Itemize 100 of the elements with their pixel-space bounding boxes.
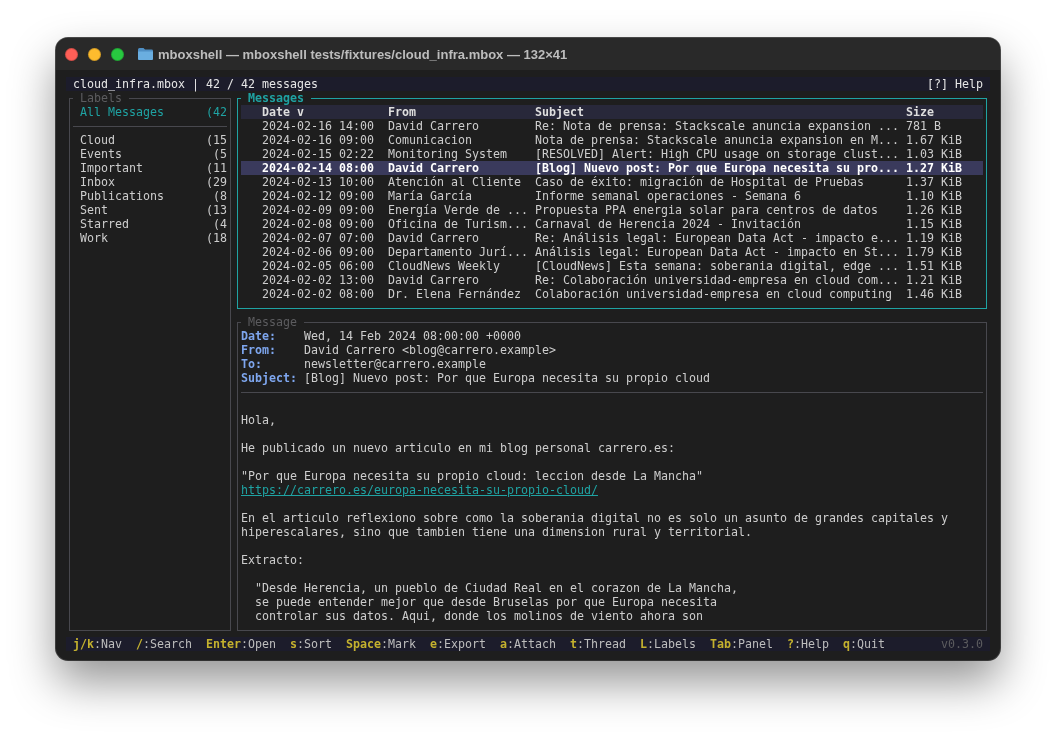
shortcut-hint: e:Export <box>430 637 486 651</box>
label-count: (8 <box>213 189 227 203</box>
shortcut-hint: j/k:Nav <box>73 637 122 651</box>
label-count: (18 <box>206 231 227 245</box>
shortcut-hint: q:Quit <box>843 637 885 651</box>
date-cell: 2024-02-16 09:00 <box>262 133 374 147</box>
label-name: Inbox <box>80 175 115 189</box>
date-cell: 2024-02-02 13:00 <box>262 273 374 287</box>
size-cell: 1.19 KiB <box>906 231 962 245</box>
size-cell: 1.79 KiB <box>906 245 962 259</box>
message-row[interactable]: 2024-02-14 08:00 David Carrero [Blog] Nuevo post: Por que Europa necesita su pro... 1.27 KiB <box>241 161 983 175</box>
label-count: (29 <box>206 175 227 189</box>
date-cell: 2024-02-06 09:00 <box>262 245 374 259</box>
size-cell: 1.27 KiB <box>906 161 962 175</box>
label-name: Cloud <box>80 133 115 147</box>
column-header: From <box>388 105 416 119</box>
subject-cell: Carnaval de Herencia 2024 - Invitación <box>535 217 801 231</box>
date-cell: 2024-02-16 14:00 <box>262 119 374 133</box>
message-row[interactable]: 2024-02-09 09:00 Energía Verde de ... Propuesta PPA energia solar para centros de datos 1.26 KiB <box>241 203 983 217</box>
subject-cell: Nota de prensa: Stackscale anuncia expansion en M... <box>535 133 899 147</box>
sender-cell: David Carrero <box>388 161 479 175</box>
size-cell: 1.26 KiB <box>906 203 962 217</box>
label-name: Work <box>80 231 108 245</box>
shortcut-hint: s:Sort <box>290 637 332 651</box>
date-cell: 2024-02-08 09:00 <box>262 217 374 231</box>
subject-cell: Caso de éxito: migración de Hospital de Pruebas <box>535 175 864 189</box>
label-name: Starred <box>80 217 129 231</box>
panel-title: Message <box>248 315 297 329</box>
message-row[interactable]: 2024-02-08 09:00 Oficina de Turism... Carnaval de Herencia 2024 - Invitación 1.15 KiB <box>241 217 983 231</box>
field-value: [Blog] Nuevo post: Por que Europa necesita su propio cloud <box>304 371 710 385</box>
message-row[interactable]: 2024-02-06 09:00 Departamento Jurí... Análisis legal: European Data Act - impacto en St... 1.79 KiB <box>241 245 983 259</box>
shortcut-hint: L:Labels <box>640 637 696 651</box>
subject-cell: [CloudNews] Esta semana: soberania digital, edge ... <box>535 259 899 273</box>
label-item[interactable]: Inbox (29 <box>80 175 227 189</box>
label-item[interactable]: All Messages (42 <box>80 105 227 119</box>
message-row[interactable]: 2024-02-13 10:00 Atención al Cliente Caso de éxito: migración de Hospital de Pruebas 1.37 KiB <box>241 175 983 189</box>
label-item[interactable]: Sent (13 <box>80 203 227 217</box>
message-row[interactable]: 2024-02-15 02:22 Monitoring System [RESOLVED] Alert: High CPU usage on storage clust... 1.03 KiB <box>241 147 983 161</box>
message-row[interactable]: 2024-02-02 08:00 Dr. Elena Fernández Colaboración universidad-empresa en cloud computing 1.46 KiB <box>241 287 983 301</box>
subject-cell: [RESOLVED] Alert: High CPU usage on storage clust... <box>535 147 899 161</box>
label-item[interactable]: Cloud (15 <box>80 133 227 147</box>
sender-cell: Atención al Cliente <box>388 175 521 189</box>
help-hint: [?] Help <box>927 77 983 91</box>
label-count: (15 <box>206 133 227 147</box>
label-name: All Messages <box>80 105 164 119</box>
label-item[interactable]: Events (5 <box>80 147 227 161</box>
size-cell: 1.37 KiB <box>906 175 962 189</box>
subject-cell: Informe semanal operaciones - Semana 6 <box>535 189 801 203</box>
message-row[interactable]: 2024-02-16 14:00 David Carrero Re: Nota de prensa: Stackscale anuncia expansion ... 781 B <box>241 119 983 133</box>
field-label: From: <box>241 343 276 357</box>
shortcut-hint: Space:Mark <box>346 637 416 651</box>
message-row[interactable]: 2024-02-16 09:00 Comunicacion Nota de prensa: Stackscale anuncia expansion en M... 1.67 KiB <box>241 133 983 147</box>
quote-text: "Desde Herencia, un pueblo de Ciudad Real en el corazon de La Mancha, se puede entender mejor que desde Bruselas por que Europa necesita controlar sus datos. Aqui, donde los molinos de viento ahora son <box>255 581 738 623</box>
message-row[interactable]: 2024-02-07 07:00 David Carrero Re: Análisis legal: European Data Act - impacto e... 1.19 KiB <box>241 231 983 245</box>
date-cell: 2024-02-02 08:00 <box>262 287 374 301</box>
label-name: Sent <box>80 203 108 217</box>
sender-cell: Comunicacion <box>388 133 472 147</box>
field-value: David Carrero <blog@carrero.example> <box>304 343 556 357</box>
column-header: Size <box>906 105 934 119</box>
size-cell: 1.10 KiB <box>906 189 962 203</box>
subject-cell: Análisis legal: European Data Act - impacto en St... <box>535 245 899 259</box>
field-label: Date: <box>241 329 276 343</box>
size-cell: 1.67 KiB <box>906 133 962 147</box>
subject-cell: Colaboración universidad-empresa en cloud computing <box>535 287 892 301</box>
size-cell: 1.46 KiB <box>906 287 962 301</box>
label-item[interactable]: Starred (4 <box>80 217 227 231</box>
date-cell: 2024-02-12 09:00 <box>262 189 374 203</box>
panel-title: Messages <box>248 91 304 105</box>
field-label: Subject: <box>241 371 297 385</box>
version-text: v0.3.0 <box>941 637 983 651</box>
subject-cell: Propuesta PPA energia solar para centros de datos <box>535 203 878 217</box>
message-row[interactable]: 2024-02-12 09:00 María García Informe semanal operaciones - Semana 6 1.10 KiB <box>241 189 983 203</box>
label-count: (42 <box>206 105 227 119</box>
link[interactable]: https://carrero.es/europa-necesita-su-propio-cloud/ <box>241 483 598 497</box>
field-value: Wed, 14 Feb 2024 08:00:00 +0000 <box>304 329 521 343</box>
label-item[interactable]: Important (11 <box>80 161 227 175</box>
sender-cell: María García <box>388 189 472 203</box>
column-header: Date v <box>262 105 304 119</box>
sender-cell: David Carrero <box>388 231 479 245</box>
label-item[interactable]: Work (18 <box>80 231 227 245</box>
label-name: Important <box>80 161 143 175</box>
label-count: (4 <box>213 217 227 231</box>
label-item[interactable]: Publications (8 <box>80 189 227 203</box>
sender-cell: CloudNews Weekly <box>388 259 500 273</box>
body-paragraph: "Por que Europa necesita su propio cloud: leccion desde La Mancha" <box>241 469 703 483</box>
body-paragraph: En el articulo reflexiono sobre como la soberania digital no es solo un asunto de grandes capitales y hiperescalares, sino que tambien tiene una dimension rural y territorial. <box>241 511 948 539</box>
sender-cell: David Carrero <box>388 119 479 133</box>
column-header: Subject <box>535 105 584 119</box>
size-cell: 1.21 KiB <box>906 273 962 287</box>
message-row[interactable]: 2024-02-05 06:00 CloudNews Weekly [CloudNews] Esta semana: soberania digital, edge ... 1.51 KiB <box>241 259 983 273</box>
zoom-button[interactable] <box>111 47 124 61</box>
minimize-button[interactable] <box>88 47 101 61</box>
sender-cell: Oficina de Turism... <box>388 217 528 231</box>
body-paragraph: Extracto: <box>241 553 304 567</box>
folder-icon <box>138 48 153 60</box>
message-row[interactable]: 2024-02-02 13:00 David Carrero Re: Colaboración universidad-empresa en cloud com... 1.21 KiB <box>241 273 983 287</box>
date-cell: 2024-02-09 09:00 <box>262 203 374 217</box>
close-button[interactable] <box>65 47 78 61</box>
mailbox-status: cloud_infra.mbox | 42 / 42 messages <box>73 77 318 91</box>
body-paragraph: He publicado un nuevo articulo en mi blog personal carrero.es: <box>241 441 675 455</box>
